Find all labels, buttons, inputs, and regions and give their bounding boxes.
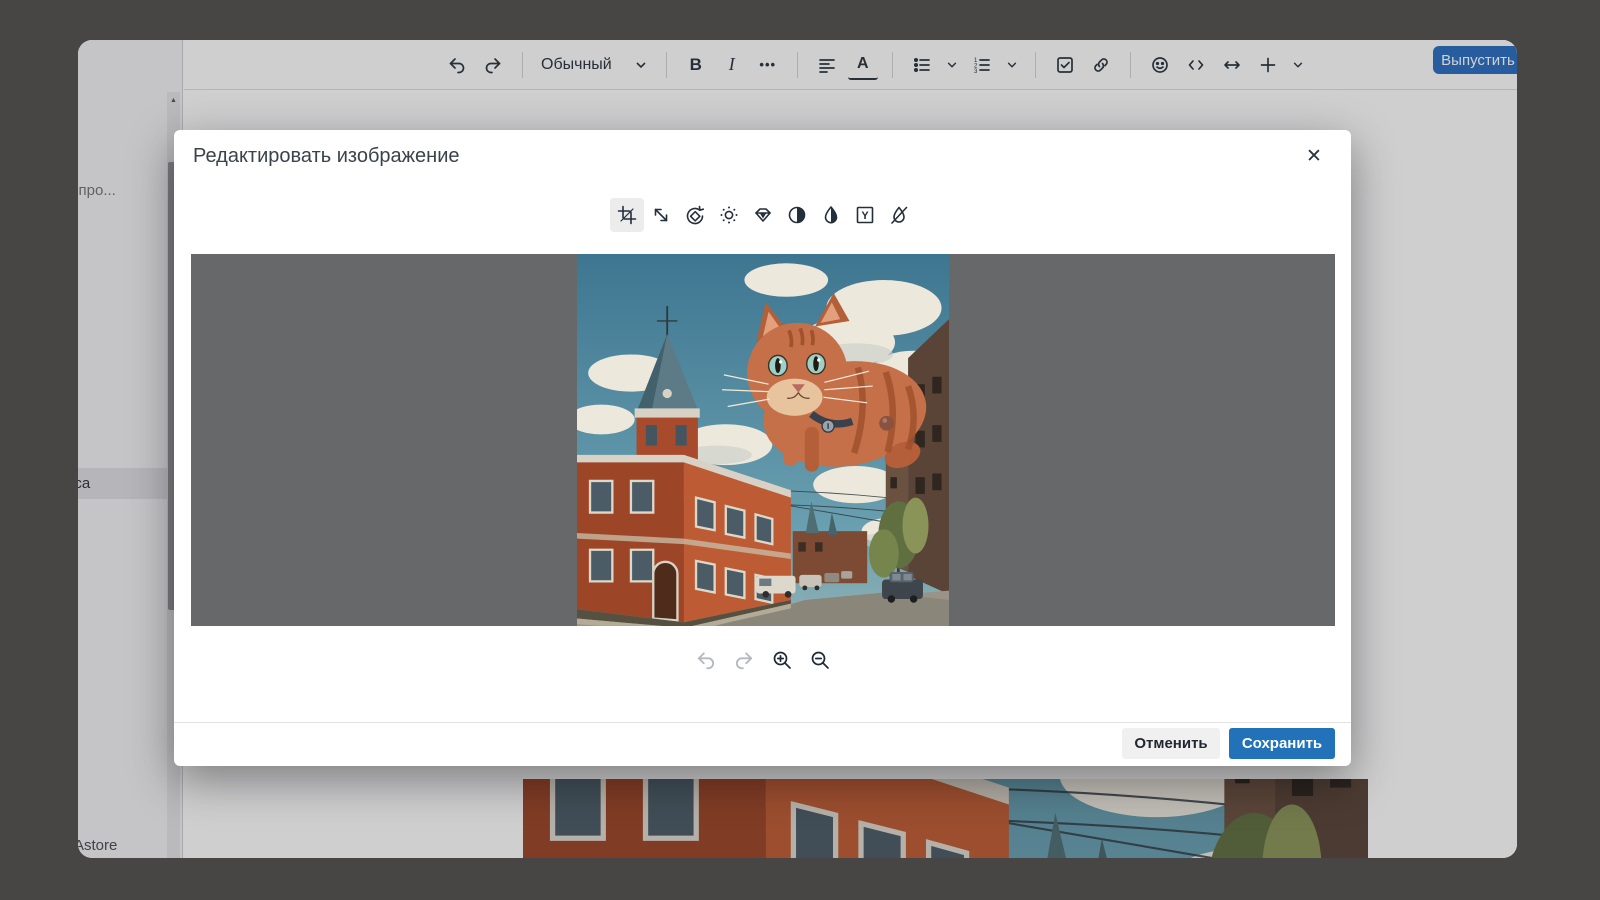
resize-tool-icon[interactable] [644,198,678,232]
image-tools-bar: Y [174,198,1351,232]
modal-title: Редактировать изображение [193,145,460,168]
modal-footer: Отменить Сохранить [174,722,1351,766]
filter-y-tool-icon[interactable]: Y [848,198,882,232]
edit-canvas[interactable] [191,254,1335,626]
save-button[interactable]: Сохранить [1229,728,1335,759]
cancel-button[interactable]: Отменить [1122,728,1220,759]
crop-tool-icon[interactable] [610,198,644,232]
redo-icon[interactable] [730,646,758,674]
clarity-tool-icon[interactable] [746,198,780,232]
contrast-tool-icon[interactable] [780,198,814,232]
filter-y-label: Y [861,210,869,222]
street-cat-painting [577,254,949,626]
rotate-tool-icon[interactable] [678,198,712,232]
preview-controls [174,646,1351,674]
image-preview[interactable] [577,254,949,626]
brightness-tool-icon[interactable] [712,198,746,232]
zoom-out-icon[interactable] [806,646,834,674]
edit-image-modal: Редактировать изображение ✕ Y [174,130,1351,766]
zoom-in-icon[interactable] [768,646,796,674]
saturation-tool-icon[interactable] [814,198,848,232]
close-icon[interactable]: ✕ [1299,142,1329,172]
no-fill-tool-icon[interactable] [882,198,916,232]
undo-icon[interactable] [692,646,720,674]
